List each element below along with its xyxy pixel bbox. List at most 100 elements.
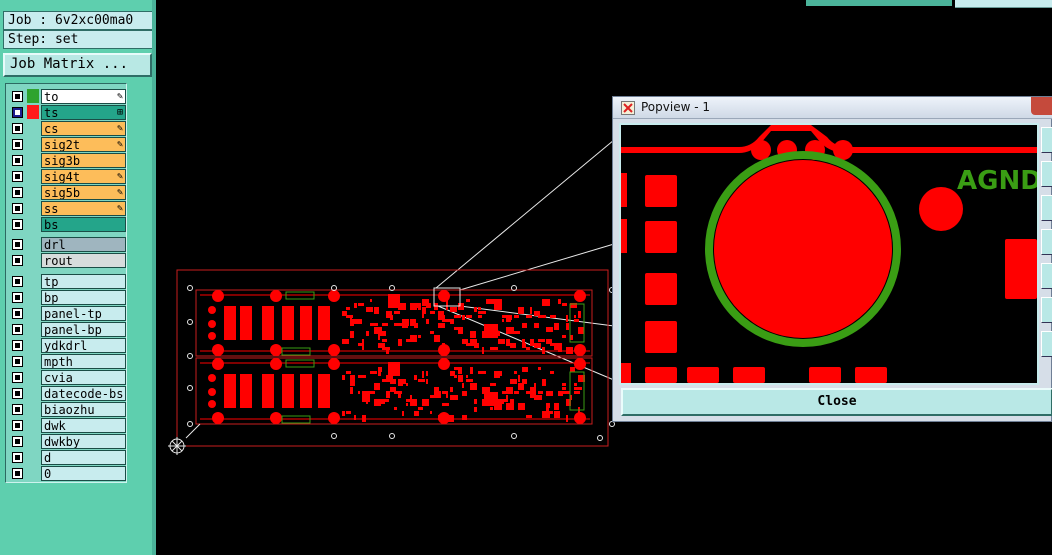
layer-checkbox[interactable] — [12, 138, 23, 150]
smd-pad — [350, 375, 355, 382]
smd-pad — [442, 343, 445, 346]
layer-checkbox[interactable] — [12, 339, 23, 351]
layer-checkbox[interactable] — [12, 154, 23, 166]
layer-name[interactable]: sig4t ✎ — [41, 168, 126, 184]
side-tool-button[interactable] — [1041, 127, 1052, 153]
layer-name[interactable]: mpth — [41, 353, 126, 369]
layer-name[interactable]: ydkdrl — [41, 337, 126, 353]
side-tool-button[interactable] — [1041, 195, 1052, 221]
layer-row[interactable]: bs — [8, 216, 126, 232]
layer-color-swatch[interactable] — [27, 217, 39, 231]
layer-row[interactable]: sig5b ✎ — [8, 184, 126, 200]
layer-name[interactable]: drl — [41, 236, 126, 252]
layer-name[interactable]: 0 — [41, 465, 126, 481]
layer-color-swatch[interactable] — [27, 185, 39, 199]
layer-row[interactable]: drl — [8, 236, 126, 252]
layer-color-swatch[interactable] — [27, 89, 39, 103]
layer-checkbox[interactable] — [12, 106, 23, 118]
popview-close-button[interactable]: Close — [621, 388, 1052, 416]
layer-checkbox[interactable] — [12, 403, 23, 415]
layer-row[interactable]: datecode-bs — [8, 385, 126, 401]
layer-checkbox[interactable] — [12, 122, 23, 134]
layer-name[interactable]: cs ✎ — [41, 120, 126, 136]
side-tool-button[interactable] — [1041, 161, 1052, 187]
layer-checkbox[interactable] — [12, 323, 23, 335]
layer-name[interactable]: biaozhu — [41, 401, 126, 417]
layer-checkbox[interactable] — [12, 435, 23, 447]
layer-checkbox[interactable] — [12, 170, 23, 182]
layer-name[interactable]: rout — [41, 252, 126, 268]
layer-color-swatch[interactable] — [27, 153, 39, 167]
layer-checkbox[interactable] — [12, 202, 23, 214]
layer-row[interactable]: d — [8, 449, 126, 465]
layer-checkbox[interactable] — [12, 387, 23, 399]
smd-pad — [442, 319, 450, 322]
layer-name[interactable]: panel-bp — [41, 321, 126, 337]
layer-name[interactable]: to ✎ — [41, 88, 126, 104]
layer-name[interactable]: bs — [41, 216, 126, 232]
layer-checkbox[interactable] — [12, 275, 23, 287]
layer-checkbox[interactable] — [12, 291, 23, 303]
layer-name[interactable]: tp — [41, 273, 126, 289]
smd-pad — [434, 387, 438, 394]
layer-checkbox[interactable] — [12, 238, 23, 250]
layer-checkbox[interactable] — [12, 307, 23, 319]
layer-row[interactable]: dwkby — [8, 433, 126, 449]
layer-name[interactable]: ts ⊞ — [41, 104, 126, 120]
layer-checkbox[interactable] — [12, 451, 23, 463]
layer-row[interactable]: dwk — [8, 417, 126, 433]
layer-checkbox[interactable] — [12, 218, 23, 230]
layer-name[interactable]: dwk — [41, 417, 126, 433]
layer-row[interactable]: tp — [8, 273, 126, 289]
side-tool-button[interactable] — [1041, 263, 1052, 289]
layer-name[interactable]: bp — [41, 289, 126, 305]
layer-color-swatch[interactable] — [27, 137, 39, 151]
layer-checkbox[interactable] — [12, 254, 23, 266]
layer-checkbox[interactable] — [12, 355, 23, 367]
layer-row[interactable]: biaozhu — [8, 401, 126, 417]
layer-checkbox[interactable] — [12, 467, 23, 479]
layer-row[interactable]: ydkdrl — [8, 337, 126, 353]
power-component-pad — [262, 374, 274, 408]
side-tool-button[interactable] — [1041, 229, 1052, 255]
layer-row[interactable]: ts ⊞ — [8, 104, 126, 120]
popview-zoom-view[interactable]: AGND — [619, 123, 1042, 385]
layer-row[interactable]: cs ✎ — [8, 120, 126, 136]
layer-name[interactable]: panel-tp — [41, 305, 126, 321]
layer-checkbox[interactable] — [12, 419, 23, 431]
layer-name[interactable]: sig2t ✎ — [41, 136, 126, 152]
layer-checkbox[interactable] — [12, 90, 23, 102]
layer-color-swatch[interactable] — [27, 169, 39, 183]
layer-row[interactable]: panel-bp — [8, 321, 126, 337]
layer-row[interactable]: sig4t ✎ — [8, 168, 126, 184]
layer-name[interactable]: d — [41, 449, 126, 465]
window-close-icon[interactable] — [1031, 97, 1052, 115]
layer-name[interactable]: dwkby — [41, 433, 126, 449]
layer-row[interactable]: mpth — [8, 353, 126, 369]
layer-name[interactable]: ss ✎ — [41, 200, 126, 216]
layer-checkbox[interactable] — [12, 371, 23, 383]
layer-color-swatch[interactable] — [27, 121, 39, 135]
layer-name[interactable]: cvia — [41, 369, 126, 385]
layer-row[interactable]: sig2t ✎ — [8, 136, 126, 152]
layer-name[interactable]: sig3b — [41, 152, 126, 168]
layer-row[interactable]: sig3b — [8, 152, 126, 168]
job-matrix-button[interactable]: Job Matrix ... — [3, 53, 152, 77]
layer-name[interactable]: sig5b ✎ — [41, 184, 126, 200]
layer-name[interactable]: datecode-bs — [41, 385, 126, 401]
layer-color-swatch[interactable] — [27, 105, 39, 119]
popview-titlebar[interactable]: Popview - 1 — [613, 97, 1052, 119]
misc-layer-group: tp bp panel-tp panel-bp ydkdrl mpth cvia dateco… — [8, 273, 126, 481]
layer-row[interactable]: to ✎ — [8, 88, 126, 104]
side-tool-button[interactable] — [1041, 297, 1052, 323]
smd-pad — [621, 219, 627, 253]
layer-row[interactable]: 0 — [8, 465, 126, 481]
layer-color-swatch[interactable] — [27, 201, 39, 215]
layer-row[interactable]: panel-tp — [8, 305, 126, 321]
layer-row[interactable]: rout — [8, 252, 126, 268]
layer-row[interactable]: bp — [8, 289, 126, 305]
layer-row[interactable]: cvia — [8, 369, 126, 385]
layer-checkbox[interactable] — [12, 186, 23, 198]
side-tool-button[interactable] — [1041, 331, 1052, 357]
layer-row[interactable]: ss ✎ — [8, 200, 126, 216]
